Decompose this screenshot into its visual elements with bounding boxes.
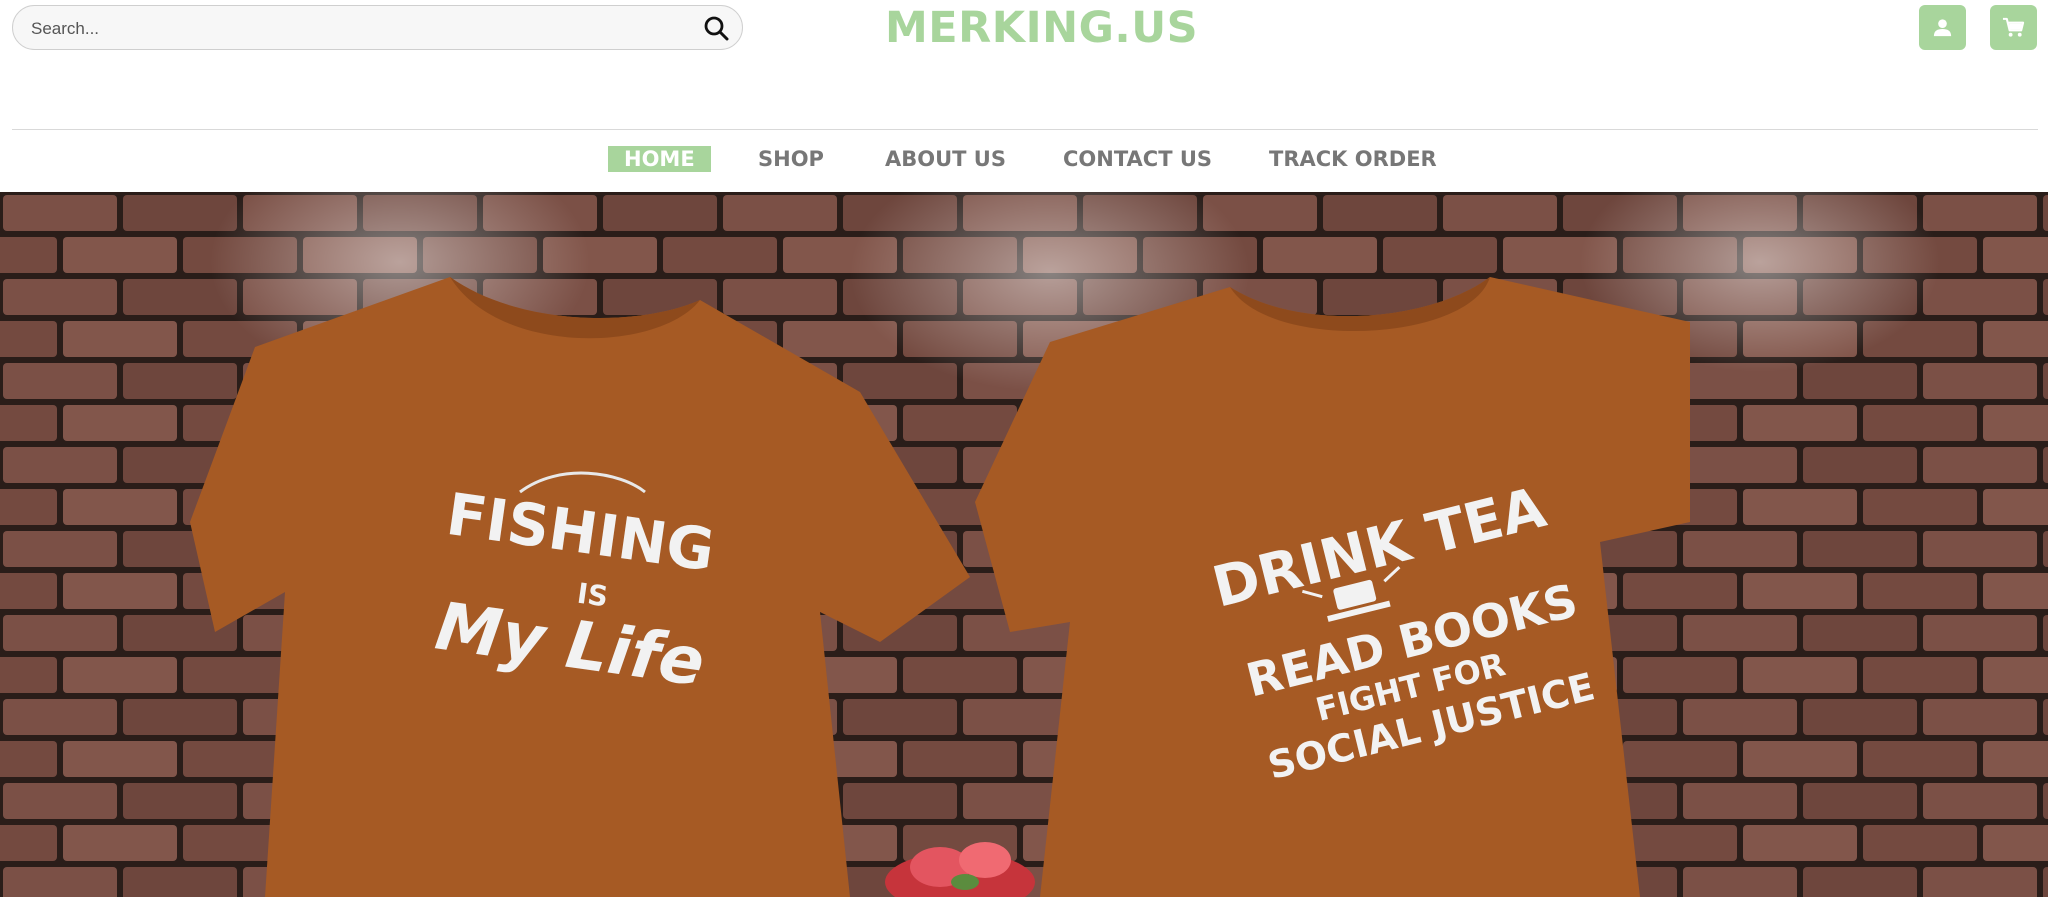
account-button[interactable] (1919, 5, 1966, 50)
search-input[interactable] (29, 14, 683, 44)
hero-image: FISHING IS My Life DRINK TEA READ BOOKS … (0, 192, 2048, 897)
search-icon[interactable] (703, 15, 729, 41)
nav-shop[interactable]: SHOP (758, 146, 824, 172)
cart-button[interactable] (1990, 5, 2037, 50)
right-tshirt: DRINK TEA READ BOOKS FIGHT FOR SOCIAL JU… (975, 277, 1690, 897)
nav-about-us[interactable]: ABOUT US (885, 146, 1006, 172)
nav-home[interactable]: HOME (608, 146, 711, 172)
user-icon (1933, 19, 1952, 37)
search-bar (12, 5, 743, 50)
site-header: MERKING.US (0, 0, 2048, 130)
cart-icon (2002, 17, 2025, 37)
nav-track-order[interactable]: TRACK ORDER (1269, 146, 1437, 172)
main-nav: HOME SHOP ABOUT US CONTACT US TRACK ORDE… (0, 130, 2048, 192)
nav-contact-us[interactable]: CONTACT US (1063, 146, 1212, 172)
site-logo[interactable]: MERKING.US (885, 2, 1198, 54)
hero-banner: FISHING IS My Life DRINK TEA READ BOOKS … (0, 192, 2048, 897)
